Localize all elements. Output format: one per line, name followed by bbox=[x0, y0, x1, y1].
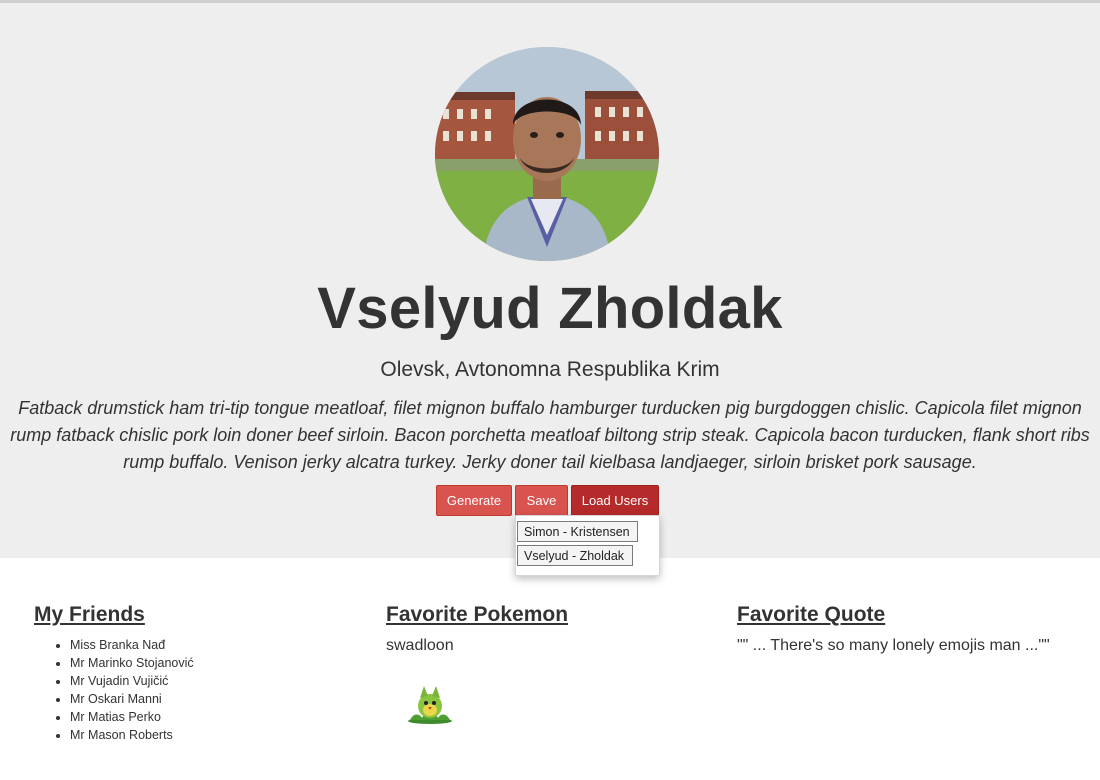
profile-location: Olevsk, Avtonomna Respublika Krim bbox=[380, 358, 720, 381]
friend-item: Mr Vujadin Vujičić bbox=[70, 672, 364, 690]
friend-item: Mr Matias Perko bbox=[70, 708, 364, 726]
quote-heading: Favorite Quote bbox=[737, 603, 886, 626]
friend-item: Mr Oskari Manni bbox=[70, 690, 364, 708]
friend-item: Miss Branka Nađ bbox=[70, 636, 364, 654]
user-option[interactable]: Vselyud - Zholdak bbox=[517, 545, 633, 566]
profile-name: Vselyud Zholdak bbox=[317, 276, 783, 341]
profile-bio: Fatback drumstick ham tri-tip tongue mea… bbox=[10, 398, 1090, 472]
quote-text: "" ... There's so many lonely emojis man… bbox=[737, 637, 1050, 654]
friends-section: My Friends Miss Branka Nađ Mr Marinko St… bbox=[34, 602, 364, 744]
load-users-button[interactable]: Load Users bbox=[571, 485, 659, 516]
users-dropdown: Simon - Kristensen Vselyud - Zholdak bbox=[515, 515, 660, 576]
pokemon-sprite-icon bbox=[408, 686, 452, 724]
profile-avatar bbox=[435, 47, 659, 261]
friend-item: Mr Mason Roberts bbox=[70, 726, 364, 744]
friends-list: Miss Branka Nađ Mr Marinko Stojanović Mr… bbox=[34, 636, 364, 744]
pokemon-section: Favorite Pokemon swadloon bbox=[386, 602, 716, 724]
save-button[interactable]: Save bbox=[515, 485, 568, 516]
quote-section: Favorite Quote "" ... There's so many lo… bbox=[737, 602, 1067, 655]
profile-hero: Vselyud Zholdak Olevsk, Avtonomna Respub… bbox=[0, 3, 1100, 558]
avatar-photo bbox=[435, 47, 659, 261]
user-option[interactable]: Simon - Kristensen bbox=[517, 521, 638, 542]
friend-item: Mr Marinko Stojanović bbox=[70, 654, 364, 672]
generate-button[interactable]: Generate bbox=[436, 485, 512, 516]
pokemon-name: swadloon bbox=[386, 637, 454, 654]
friends-heading: My Friends bbox=[34, 603, 145, 626]
pokemon-heading: Favorite Pokemon bbox=[386, 603, 569, 626]
